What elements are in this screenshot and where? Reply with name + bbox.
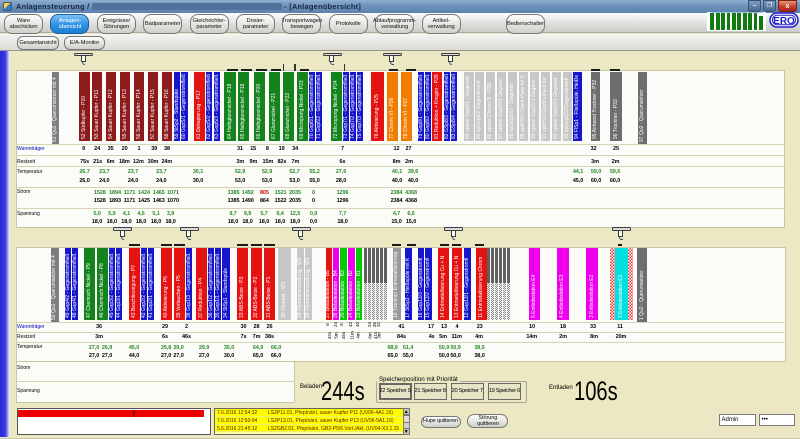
svg-text:ERO: ERO [773, 15, 795, 26]
